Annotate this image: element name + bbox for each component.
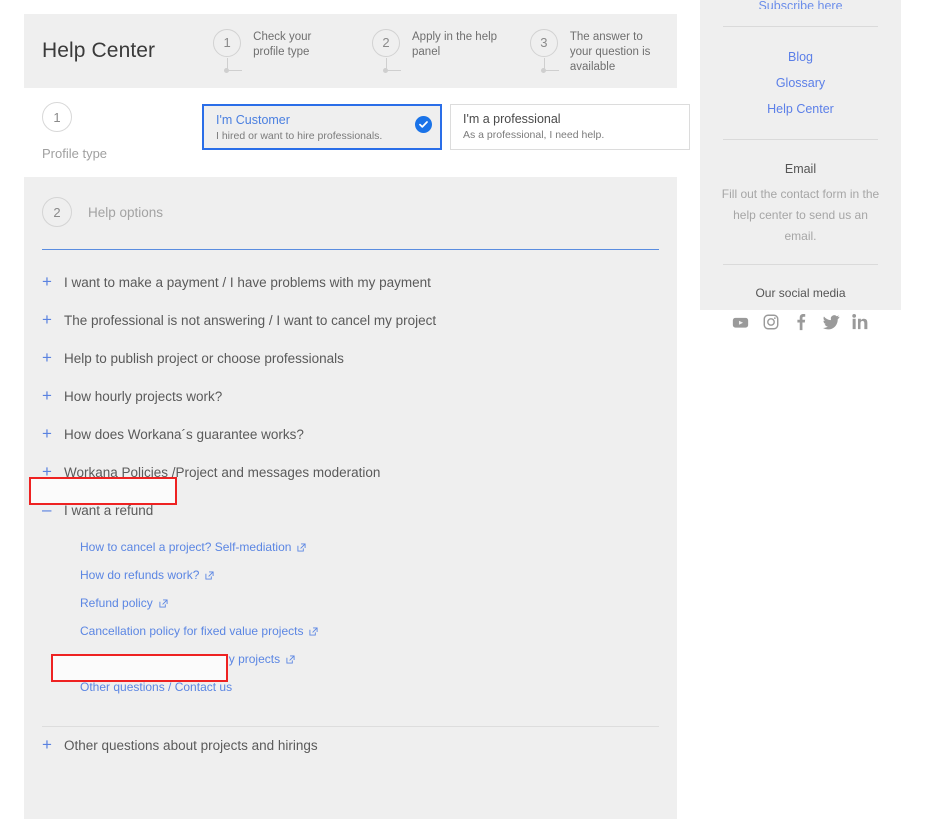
profile-card-title: I'm Customer xyxy=(216,113,290,127)
sublink-label: Refund policy xyxy=(80,596,153,610)
accordion-label: How hourly projects work? xyxy=(64,389,223,404)
sublink-label: Cancellation policy for fixed value proj… xyxy=(80,624,304,638)
sublink-cancellation-fixed[interactable]: Cancellation policy for fixed value proj… xyxy=(80,617,659,645)
steps-indicator: 1 Check your profile type 2 Apply in the… xyxy=(213,28,659,75)
help-options-step-number: 2 xyxy=(42,197,72,227)
sidebar-link-glossary[interactable]: Glossary xyxy=(714,70,887,96)
accordion-item-not-answering[interactable]: + The professional is not answering / I … xyxy=(42,302,659,340)
external-link-icon xyxy=(309,626,319,636)
accordion-label: The professional is not answering / I wa… xyxy=(64,313,437,328)
step-number: 3 xyxy=(529,28,558,57)
accordion-label: Other questions about projects and hirin… xyxy=(64,738,318,753)
profile-step-marker: 1 Profile type xyxy=(42,102,202,161)
step-2: 2 Apply in the help panel xyxy=(372,28,500,73)
sidebar-social-icons xyxy=(714,313,887,331)
sublink-cancellation-hourly[interactable]: Cancellation Policy for hourly projects xyxy=(80,645,659,673)
help-options-panel: 2 Help options + I want to make a paymen… xyxy=(24,177,677,819)
profile-card-subtitle: I hired or want to hire professionals. xyxy=(216,130,383,142)
accordion-label: I want to make a payment / I have proble… xyxy=(64,275,431,290)
sidebar-link-help-center[interactable]: Help Center xyxy=(714,96,887,122)
sidebar-link-blog[interactable]: Blog xyxy=(714,44,887,70)
external-link-icon xyxy=(297,542,307,552)
sublink-other-questions-contact[interactable]: Other questions / Contact us xyxy=(80,673,659,701)
refund-sublinks: How to cancel a project? Self-mediation … xyxy=(42,519,659,705)
accordion-label: How does Workana´s guarantee works? xyxy=(64,427,304,442)
accordion-item-policies[interactable]: + Workana Policies /Project and messages… xyxy=(42,454,659,492)
step-pin-icon: 3 xyxy=(529,28,560,73)
step-label: The answer to your question is available xyxy=(569,30,651,73)
sidebar-email-note: Fill out the contact form in the help ce… xyxy=(721,187,880,243)
sidebar-link-list: Blog Glossary Help Center xyxy=(714,27,887,122)
profile-choice-cards: I'm Customer I hired or want to hire pro… xyxy=(202,102,690,150)
step-label: Check your profile type xyxy=(253,30,312,58)
sublink-label: How to cancel a project? Self-mediation xyxy=(80,540,292,554)
step-label: Apply in the help panel xyxy=(412,30,498,58)
plus-icon: + xyxy=(42,386,52,405)
main-content-column: Help Center 1 Check your profile type 2 xyxy=(24,0,690,819)
sidebar-social-title: Our social media xyxy=(755,286,846,300)
step-pin-icon: 1 xyxy=(213,28,243,73)
accordion-item-publish-project[interactable]: + Help to publish project or choose prof… xyxy=(42,340,659,378)
sublink-refund-policy[interactable]: Refund policy xyxy=(80,589,659,617)
right-sidebar: Subscribe here Blog Glossary Help Center… xyxy=(700,0,901,331)
profile-card-title: I'm a professional xyxy=(463,112,561,126)
linkedin-icon[interactable] xyxy=(851,313,870,331)
check-circle-icon xyxy=(415,116,432,133)
instagram-icon[interactable] xyxy=(762,313,780,331)
accordion-label: Workana Policies /Project and messages m… xyxy=(64,465,381,480)
plus-icon: + xyxy=(42,462,52,481)
step-3: 3 The answer to your question is availab… xyxy=(529,28,659,75)
plus-icon: + xyxy=(42,272,52,291)
accordion-item-other-questions[interactable]: + Other questions about projects and hir… xyxy=(42,727,659,765)
external-link-icon xyxy=(286,654,295,664)
profile-card-subtitle: As a professional, I need help. xyxy=(463,129,605,141)
twitter-icon[interactable] xyxy=(822,313,840,331)
plus-icon: + xyxy=(42,735,52,754)
pin-base xyxy=(387,69,402,71)
step-pin-icon: 2 xyxy=(372,28,402,73)
youtube-icon[interactable] xyxy=(732,313,750,331)
plus-icon: + xyxy=(42,348,52,367)
sublink-how-refunds-work[interactable]: How do refunds work? xyxy=(80,561,659,589)
sidebar-email-title: Email xyxy=(784,162,817,176)
plus-icon: + xyxy=(42,424,52,443)
accordion-item-guarantee[interactable]: + How does Workana´s guarantee works? xyxy=(42,416,659,454)
help-center-header: Help Center 1 Check your profile type 2 xyxy=(24,14,677,88)
accordion-item-refund[interactable]: – I want a refund How to cancel a projec… xyxy=(42,492,659,716)
sublink-label: Cancellation Policy for hourly projects xyxy=(80,652,281,666)
help-options-header: 2 Help options xyxy=(42,197,659,249)
step-number: 1 xyxy=(213,28,242,57)
sublink-label: How do refunds work? xyxy=(80,568,200,582)
profile-step-number: 1 xyxy=(42,102,72,132)
profile-step-label: Profile type xyxy=(42,146,108,161)
pin-base xyxy=(544,69,559,71)
accordion-label: I want a refund xyxy=(64,503,154,518)
help-options-step-label: Help options xyxy=(88,204,164,220)
sublink-cancel-project[interactable]: How to cancel a project? Self-mediation xyxy=(80,533,659,561)
page-title: Help Center xyxy=(42,39,156,62)
sublink-label: Other questions / Contact us xyxy=(80,680,233,694)
external-link-icon xyxy=(205,570,214,580)
profile-card-customer[interactable]: I'm Customer I hired or want to hire pro… xyxy=(202,104,442,150)
minus-icon: – xyxy=(42,500,52,519)
accordion-item-hourly-projects[interactable]: + How hourly projects work? xyxy=(42,378,659,416)
step-number: 2 xyxy=(372,28,401,57)
sidebar-divider xyxy=(723,139,878,140)
sidebar-divider xyxy=(723,264,878,265)
facebook-icon[interactable] xyxy=(792,313,810,331)
accordion-item-payment[interactable]: + I want to make a payment / I have prob… xyxy=(42,264,659,302)
profile-card-professional[interactable]: I'm a professional As a professional, I … xyxy=(450,104,690,150)
profile-type-section: 1 Profile type I'm Customer I hired or w… xyxy=(24,88,690,177)
pin-base xyxy=(228,69,243,71)
step-1: 1 Check your profile type xyxy=(213,28,342,73)
section-divider xyxy=(42,249,659,250)
plus-icon: + xyxy=(42,310,52,329)
accordion-label: Help to publish project or choose profes… xyxy=(64,351,344,366)
sidebar-subscribe-link[interactable]: Subscribe here xyxy=(714,0,887,9)
external-link-icon xyxy=(159,598,168,608)
